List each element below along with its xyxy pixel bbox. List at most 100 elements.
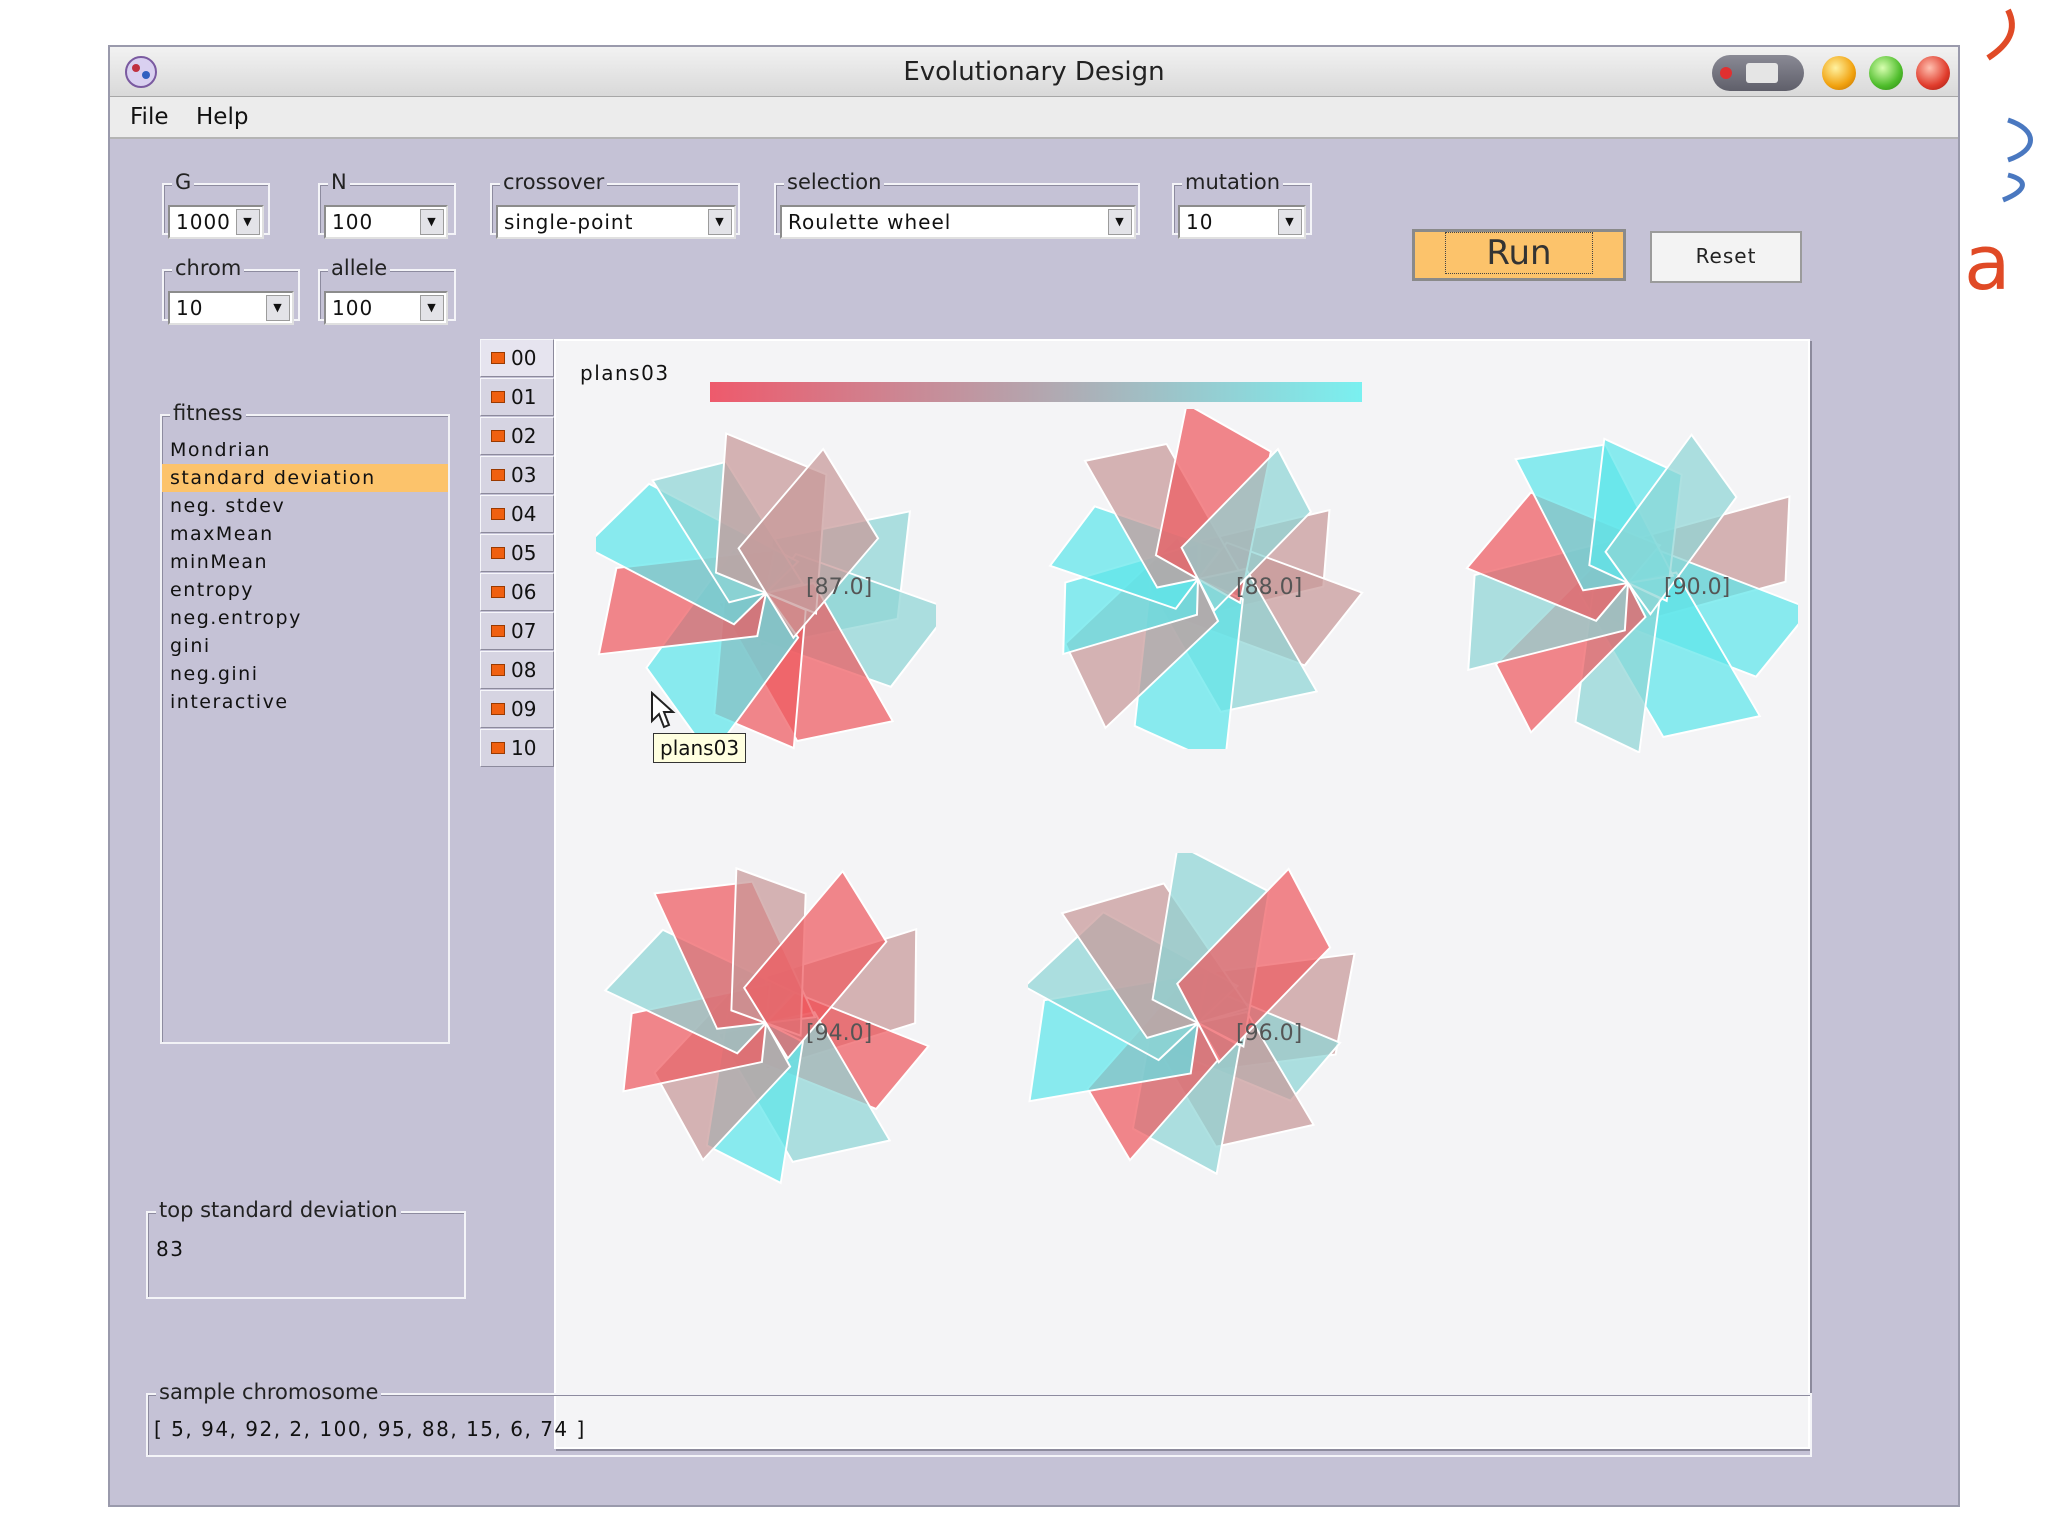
menu-file[interactable]: File [130, 104, 169, 130]
design-rosette-3[interactable]: [90.0] [1458, 413, 1838, 753]
tab-label: 00 [511, 346, 537, 370]
label-top-stdev: top standard deviation [156, 1198, 401, 1222]
list-item[interactable]: minMean [162, 548, 448, 576]
chevron-down-icon[interactable]: ▼ [420, 209, 444, 235]
tab-generation-05[interactable]: 05 [480, 534, 554, 572]
selection-value: Roulette wheel [788, 210, 952, 234]
tab-generation-04[interactable]: 04 [480, 495, 554, 533]
generation-square-icon [491, 430, 505, 442]
tab-label: 05 [511, 541, 537, 565]
tab-generation-03[interactable]: 03 [480, 456, 554, 494]
rosette-graphic [1048, 409, 1364, 749]
mutation-combo[interactable]: 10 ▼ [1178, 205, 1306, 239]
selection-combo[interactable]: Roulette wheel ▼ [780, 205, 1136, 239]
N-value: 100 [332, 210, 374, 234]
tab-generation-00[interactable]: 00 [480, 339, 554, 377]
generation-square-icon [491, 586, 505, 598]
group-sample-chromosome: sample chromosome [ 5, 94, 92, 2, 100, 9… [146, 1380, 1812, 1457]
crossover-combo[interactable]: single-point ▼ [496, 205, 736, 239]
G-value: 1000 [176, 210, 231, 234]
close-button[interactable] [1916, 56, 1950, 90]
generation-square-icon [491, 469, 505, 481]
run-label: Run [1445, 232, 1593, 274]
label-G: G [172, 170, 195, 194]
design-score: [90.0] [1664, 575, 1731, 600]
tab-label: 09 [511, 697, 537, 721]
list-item-selected[interactable]: standard deviation [162, 464, 448, 492]
tab-label: 03 [511, 463, 537, 487]
label-mutation: mutation [1182, 170, 1284, 194]
color-gradient-bar [710, 382, 1362, 402]
design-rosette-4[interactable]: [94.0] [596, 853, 976, 1193]
generation-square-icon [491, 391, 505, 403]
title-bar[interactable]: Evolutionary Design [110, 47, 1958, 97]
tab-generation-09[interactable]: 09 [480, 690, 554, 728]
list-item[interactable]: maxMean [162, 520, 448, 548]
tab-label: 10 [511, 736, 537, 760]
label-fitness: fitness [170, 401, 246, 425]
tab-generation-10[interactable]: 10 [480, 729, 554, 767]
design-rosette-2[interactable]: [88.0] [1028, 409, 1408, 749]
tab-label: 07 [511, 619, 537, 643]
list-item[interactable]: neg. stdev [162, 492, 448, 520]
crossover-value: single-point [504, 210, 634, 234]
design-score: [88.0] [1236, 575, 1303, 600]
generation-square-icon [491, 664, 505, 676]
chevron-down-icon[interactable]: ▼ [708, 209, 732, 235]
tab-generation-01[interactable]: 01 [480, 378, 554, 416]
tab-generation-07[interactable]: 07 [480, 612, 554, 650]
design-rosette-5[interactable]: [96.0] [1028, 853, 1408, 1193]
G-combo[interactable]: 1000 ▼ [168, 205, 264, 239]
rosette-graphic [596, 432, 936, 759]
rosette-graphic [1465, 433, 1798, 753]
list-item[interactable]: entropy [162, 576, 448, 604]
chevron-down-icon[interactable]: ▼ [1278, 209, 1302, 235]
tab-label: 02 [511, 424, 537, 448]
run-button[interactable]: Run [1412, 229, 1626, 281]
mutation-value: 10 [1186, 210, 1214, 234]
maximize-button[interactable] [1869, 56, 1903, 90]
tab-generation-06[interactable]: 06 [480, 573, 554, 611]
window-title: Evolutionary Design [903, 57, 1165, 87]
canvas-label: plans03 [580, 361, 670, 385]
allele-combo[interactable]: 100 ▼ [324, 291, 448, 325]
design-canvas[interactable]: plans03 [87.0] [88.0] [90.0] [94.0] [96.… [554, 339, 1810, 1449]
chevron-down-icon[interactable]: ▼ [266, 295, 290, 321]
chevron-down-icon[interactable]: ▼ [236, 209, 260, 235]
N-combo[interactable]: 100 ▼ [324, 205, 448, 239]
menu-bar: File Help [110, 97, 1958, 139]
toolbar-bars-icon [1746, 63, 1778, 83]
list-item[interactable]: Mondrian [162, 436, 448, 464]
chevron-down-icon[interactable]: ▼ [1108, 209, 1132, 235]
generation-square-icon [491, 703, 505, 715]
list-item[interactable]: neg.gini [162, 660, 448, 688]
list-item[interactable]: neg.entropy [162, 604, 448, 632]
list-item[interactable]: interactive [162, 688, 448, 716]
chevron-down-icon[interactable]: ▼ [420, 295, 444, 321]
generation-square-icon [491, 742, 505, 754]
list-item[interactable]: gini [162, 632, 448, 660]
generation-square-icon [491, 625, 505, 637]
menu-help[interactable]: Help [196, 104, 248, 130]
tab-generation-08[interactable]: 08 [480, 651, 554, 689]
rosette-graphic [603, 866, 931, 1185]
app-window: Evolutionary Design File Help G 1000 ▼ N… [108, 45, 1960, 1507]
chrom-value: 10 [176, 296, 204, 320]
label-allele: allele [328, 256, 391, 280]
generation-tabs: 00 01 02 03 04 05 06 07 08 09 10 [480, 339, 554, 768]
tab-label: 08 [511, 658, 537, 682]
minimize-button[interactable] [1822, 56, 1856, 90]
tab-label: 04 [511, 502, 537, 526]
allele-value: 100 [332, 296, 374, 320]
chrom-combo[interactable]: 10 ▼ [168, 291, 294, 325]
fitness-list[interactable]: fitness Mondrian standard deviation neg.… [160, 401, 450, 1044]
fitness-items: Mondrian standard deviation neg. stdev m… [162, 416, 448, 716]
reset-button[interactable]: Reset [1650, 231, 1802, 283]
mouse-cursor-icon [651, 691, 676, 729]
generation-square-icon [491, 547, 505, 559]
toolbar-toggle-button[interactable] [1712, 55, 1804, 91]
design-score: [87.0] [806, 575, 873, 600]
generation-square-icon [491, 352, 505, 364]
tab-generation-02[interactable]: 02 [480, 417, 554, 455]
group-top-stdev: top standard deviation 83 [146, 1198, 466, 1299]
